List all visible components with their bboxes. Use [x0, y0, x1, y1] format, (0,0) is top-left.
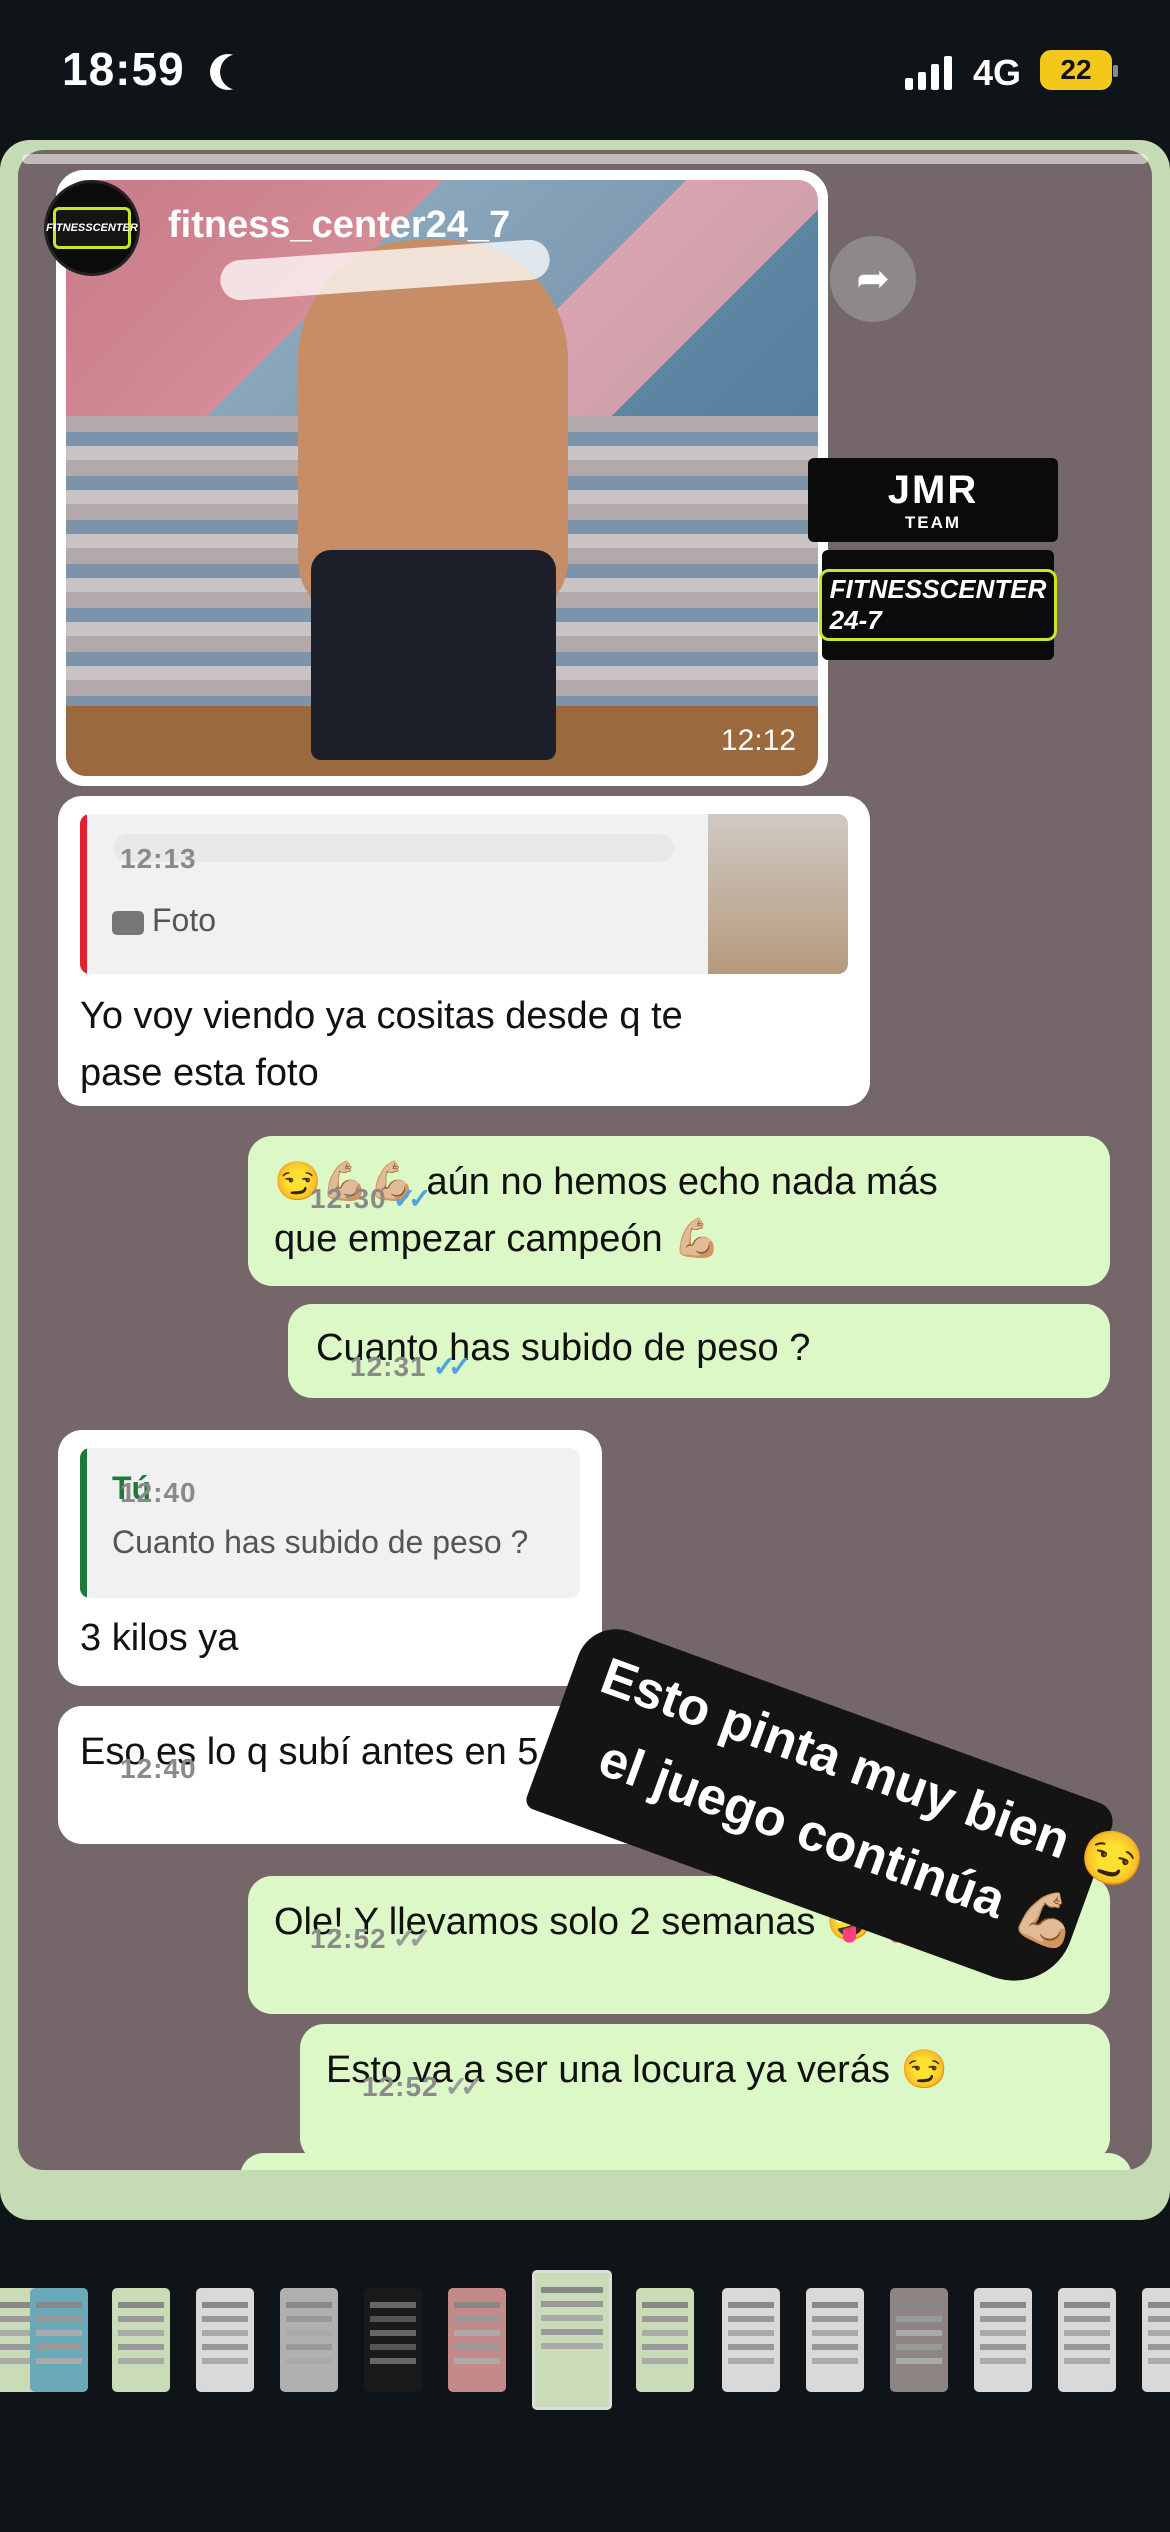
message-time: 12:12	[720, 724, 796, 757]
account-name[interactable]: fitness_center24_7	[168, 204, 510, 247]
shorts-figure	[311, 550, 556, 760]
quote-stripe	[80, 814, 87, 974]
story-thumbnail[interactable]	[448, 2288, 506, 2392]
message-bubble: Esto va a ser una locura ya verás 😏 12:5…	[300, 2024, 1110, 2162]
message-bubble: Cuanto has subido de peso ? 12:31 ✓✓	[288, 1304, 1110, 1398]
story-thumbnail[interactable]	[280, 2288, 338, 2392]
message-bubble: 😏💪🏼💪🏼 aún no hemos echo nada más que emp…	[248, 1136, 1110, 1286]
message-bubble: Tú Cuanto has subido de peso ? 3 kilos y…	[58, 1430, 602, 1686]
story-thumbnail[interactable]	[974, 2288, 1032, 2392]
message-time: 12:40	[120, 1477, 197, 1508]
story-thumbnail-active[interactable]	[532, 2270, 612, 2410]
quote-stripe	[80, 1448, 87, 1598]
story-thumbnail[interactable]	[636, 2288, 694, 2392]
delivered-ticks-icon: ✓✓	[444, 2071, 484, 2102]
story-card[interactable]: 12:12 Foto Yo voy viendo ya cositas desd…	[0, 140, 1170, 2220]
story-thumbnail[interactable]	[890, 2288, 948, 2392]
logo-text: JMR	[887, 467, 979, 512]
story-thumbnail[interactable]	[1058, 2288, 1116, 2392]
share-arrow-icon: ➦	[856, 257, 890, 301]
story-thumbnail[interactable]	[364, 2288, 422, 2392]
battery-icon: 22	[1040, 50, 1118, 90]
story-thumbnail[interactable]	[1142, 2288, 1170, 2392]
story-thumbnail[interactable]	[112, 2288, 170, 2392]
clock: 18:59	[62, 43, 185, 95]
fitness-center-logo: FITNESSCENTER 24-7	[818, 550, 1058, 660]
message-bubble-partial	[240, 2153, 1132, 2170]
message-time: 12:31 ✓✓	[350, 1351, 472, 1382]
share-button[interactable]: ➦	[830, 236, 916, 322]
logo-subtext: TEAM	[904, 512, 962, 532]
read-ticks-icon: ✓✓	[432, 1351, 472, 1382]
story-thumbnail[interactable]	[30, 2288, 88, 2392]
read-ticks-icon: ✓✓	[392, 1183, 432, 1214]
battery-level: 22	[1060, 54, 1092, 85]
story-progress-bar	[22, 154, 1148, 164]
message-time: 12:52 ✓✓	[362, 2071, 484, 2102]
message-time: 12:30 ✓✓	[310, 1183, 432, 1214]
moon-icon	[220, 54, 256, 90]
message-bubble: Foto Yo voy viendo ya cositas desde q te…	[58, 796, 870, 1106]
message-time: 12:13	[120, 843, 197, 874]
jmr-team-logo: JMR TEAM	[808, 458, 1058, 542]
signal-icon	[905, 54, 952, 90]
story-thumbnail[interactable]	[196, 2288, 254, 2392]
account-avatar[interactable]: FITNESSCENTER	[44, 180, 140, 276]
story-thumbnail[interactable]	[722, 2288, 780, 2392]
status-bar: 18:59 4G 22	[0, 0, 1170, 140]
delivered-ticks-icon: ✓✓	[392, 1923, 432, 1954]
story-thumbnail[interactable]	[806, 2288, 864, 2392]
story-thumbnail-strip	[0, 2270, 1170, 2420]
avatar-logo: FITNESSCENTER	[46, 207, 138, 249]
network-type: 4G	[973, 52, 1022, 93]
logo-text: FITNESSCENTER 24-7	[818, 569, 1058, 641]
